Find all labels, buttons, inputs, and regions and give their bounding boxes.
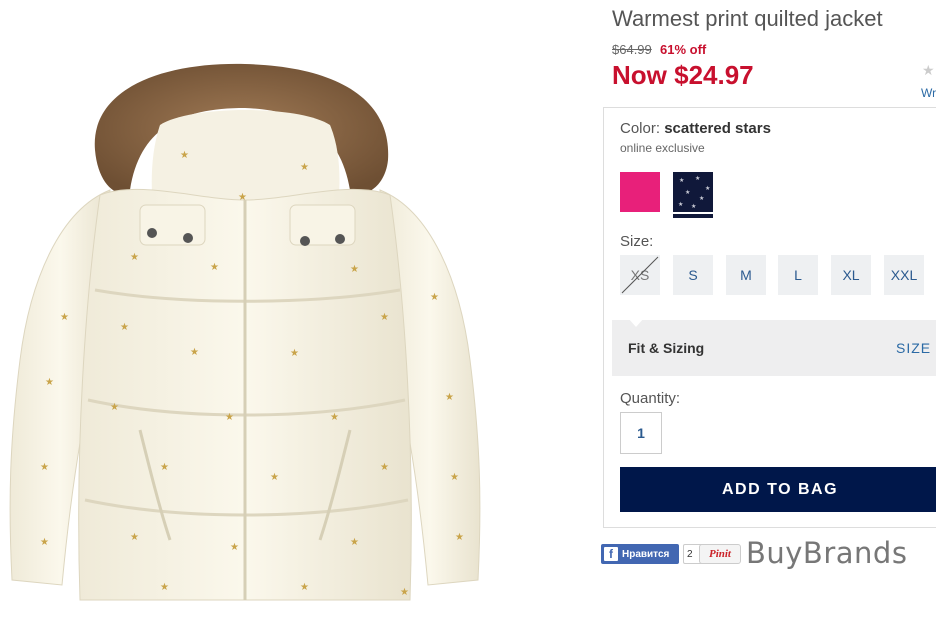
pinterest-pinit-button[interactable]: Pinit bbox=[699, 544, 741, 564]
product-image: ★ ★ ★ ★ ★ ★ ★ ★ ★ ★ ★ ★ ★ ★ ★ ★ ★ ★ ★ ★ ★ ★ ★ ★ ★ ★ ★ ★ ★ ★ bbox=[0, 0, 600, 624]
write-review-link[interactable]: Wr bbox=[921, 86, 936, 100]
size-option-xs[interactable]: XS bbox=[620, 255, 660, 295]
svg-text:★: ★ bbox=[350, 264, 359, 275]
svg-text:★: ★ bbox=[330, 412, 339, 423]
size-chart-link[interactable]: SIZE C bbox=[896, 340, 936, 356]
selected-color-name: scattered stars bbox=[664, 120, 771, 137]
color-label-text: Color: bbox=[620, 120, 661, 137]
quantity-input[interactable]: 1 bbox=[620, 412, 662, 454]
facebook-icon: f bbox=[604, 547, 618, 561]
size-option-label: XL bbox=[842, 267, 860, 283]
svg-text:★: ★ bbox=[380, 312, 389, 323]
svg-text:★: ★ bbox=[300, 582, 309, 593]
size-option-xxl[interactable]: XXL bbox=[884, 255, 924, 295]
product-title: Warmest print quilted jacket bbox=[612, 6, 883, 31]
svg-text:★: ★ bbox=[130, 252, 139, 263]
size-label: Size: bbox=[620, 233, 654, 250]
jacket-illustration: ★ ★ ★ ★ ★ ★ ★ ★ ★ ★ ★ ★ ★ ★ ★ ★ ★ ★ ★ ★ ★ ★ ★ ★ ★ ★ ★ ★ ★ ★ bbox=[9, 63, 481, 601]
star-icon[interactable]: ★ bbox=[922, 62, 935, 79]
quantity-label: Quantity: bbox=[620, 390, 681, 407]
svg-text:★: ★ bbox=[160, 462, 169, 473]
svg-text:★: ★ bbox=[110, 402, 119, 413]
svg-text:★: ★ bbox=[40, 537, 49, 548]
svg-text:★: ★ bbox=[300, 162, 309, 173]
size-option-label: M bbox=[740, 267, 752, 283]
svg-text:★: ★ bbox=[40, 462, 49, 473]
svg-text:★: ★ bbox=[695, 175, 700, 182]
svg-text:★: ★ bbox=[210, 262, 219, 273]
facebook-like-button[interactable]: f Нравится bbox=[601, 544, 679, 564]
discount-badge: 61% off bbox=[660, 42, 707, 57]
size-option-l[interactable]: L bbox=[778, 255, 818, 295]
star-pattern-icon: ★ ★★ ★★★ ★ bbox=[678, 175, 710, 210]
svg-text:★: ★ bbox=[685, 189, 690, 196]
svg-text:★: ★ bbox=[445, 392, 454, 403]
svg-text:★: ★ bbox=[238, 192, 247, 203]
add-to-bag-button[interactable]: ADD TO BAG bbox=[620, 467, 936, 512]
svg-text:★: ★ bbox=[380, 462, 389, 473]
online-exclusive-note: online exclusive bbox=[620, 141, 705, 155]
size-option-xl[interactable]: XL bbox=[831, 255, 871, 295]
svg-text:★: ★ bbox=[691, 203, 696, 210]
svg-text:★: ★ bbox=[350, 537, 359, 548]
svg-text:★: ★ bbox=[699, 195, 704, 202]
sale-price: Now $24.97 bbox=[612, 60, 754, 90]
svg-text:★: ★ bbox=[190, 347, 199, 358]
size-option-label: L bbox=[794, 267, 802, 283]
original-price: $64.99 bbox=[612, 42, 652, 57]
purchase-panel bbox=[603, 107, 936, 528]
svg-text:★: ★ bbox=[455, 532, 464, 543]
svg-text:★: ★ bbox=[450, 472, 459, 483]
svg-text:★: ★ bbox=[225, 412, 234, 423]
color-swatch-scattered-stars[interactable]: ★ ★ ★ ★ ★ ★ ★ bbox=[673, 172, 713, 212]
svg-text:★: ★ bbox=[60, 312, 69, 323]
svg-text:★: ★ bbox=[678, 201, 683, 208]
svg-text:★: ★ bbox=[430, 292, 439, 303]
size-option-label: S bbox=[688, 267, 698, 283]
svg-text:★: ★ bbox=[679, 177, 684, 184]
color-label: Color: scattered stars bbox=[620, 120, 771, 137]
selected-swatch-indicator bbox=[673, 214, 713, 218]
svg-text:★: ★ bbox=[130, 532, 139, 543]
color-swatch-pink[interactable] bbox=[620, 172, 660, 212]
svg-text:★: ★ bbox=[45, 377, 54, 388]
facebook-like-label: Нравится bbox=[622, 548, 670, 560]
svg-text:★: ★ bbox=[400, 587, 409, 598]
fit-bar-notch bbox=[628, 318, 644, 327]
unavailable-strike-icon bbox=[621, 256, 659, 294]
svg-text:★: ★ bbox=[160, 582, 169, 593]
svg-text:★: ★ bbox=[290, 348, 299, 359]
fit-sizing-label: Fit & Sizing bbox=[628, 340, 705, 356]
svg-text:★: ★ bbox=[705, 185, 710, 192]
size-option-label: XXL bbox=[890, 267, 918, 283]
size-option-m[interactable]: M bbox=[726, 255, 766, 295]
svg-text:★: ★ bbox=[270, 472, 279, 483]
svg-text:★: ★ bbox=[230, 542, 239, 553]
size-option-s[interactable]: S bbox=[673, 255, 713, 295]
svg-text:★: ★ bbox=[180, 150, 189, 161]
svg-text:★: ★ bbox=[120, 322, 129, 333]
brand-watermark: BuyBrands bbox=[746, 536, 908, 570]
